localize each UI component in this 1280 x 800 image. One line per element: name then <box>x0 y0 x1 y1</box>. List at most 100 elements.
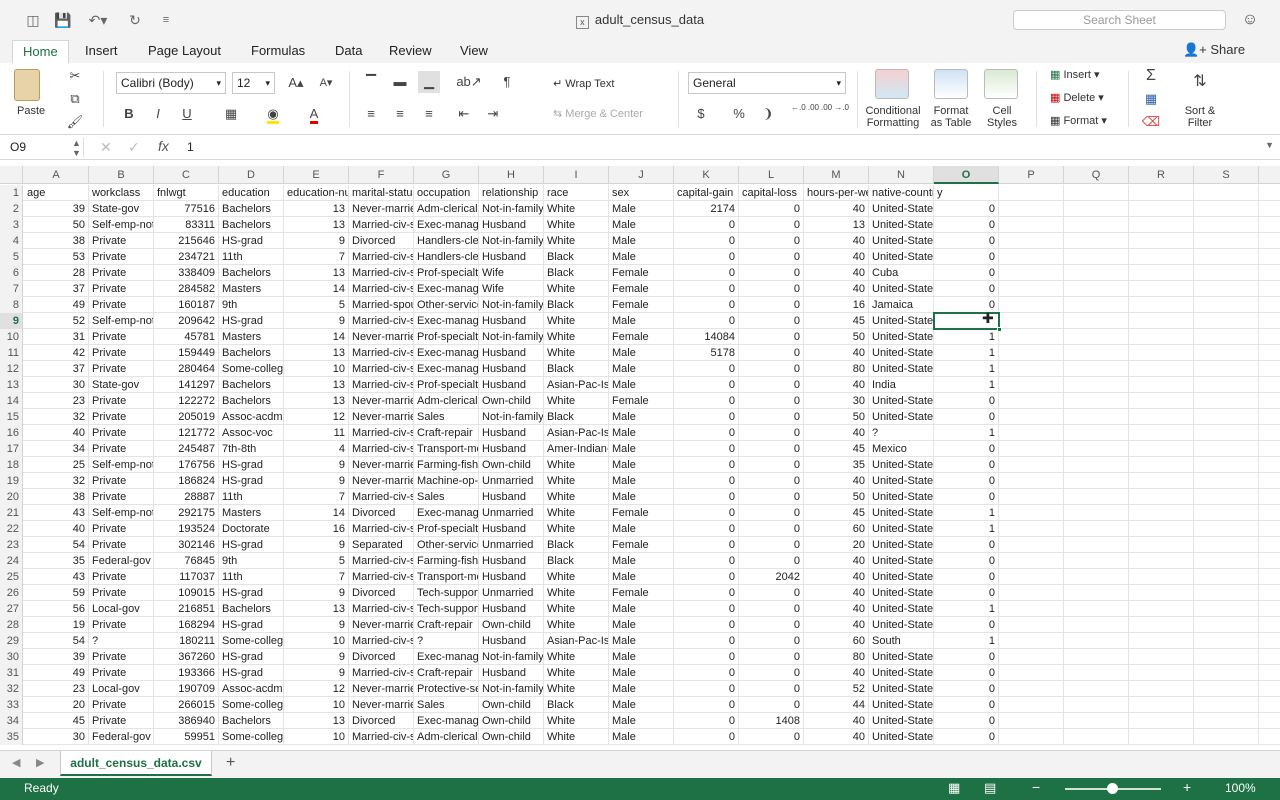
cell[interactable]: 0 <box>934 489 999 505</box>
cell[interactable]: Private <box>89 393 154 409</box>
cell[interactable]: Bachelors <box>219 377 284 393</box>
cell[interactable]: 34 <box>24 441 89 457</box>
row-header[interactable]: 17 <box>0 441 23 457</box>
cell[interactable]: Not-in-family <box>479 649 544 665</box>
cell[interactable] <box>1194 425 1259 441</box>
cell[interactable]: South <box>869 633 934 649</box>
cell[interactable]: White <box>544 681 609 697</box>
cell[interactable]: Some-college <box>219 361 284 377</box>
cell[interactable]: Prof-specialty <box>414 521 479 537</box>
font-size-select[interactable]: 12 ▾ <box>232 72 275 94</box>
cell[interactable]: United-States <box>869 473 934 489</box>
cell[interactable]: 193366 <box>154 665 219 681</box>
format-as-table-icon[interactable] <box>934 69 968 99</box>
cell[interactable]: Never-married <box>349 697 414 713</box>
spreadsheet-grid[interactable]: ABCDEFGHIJKLMNOPQRS 1 age workclass fnlwgt e… <box>0 166 1280 750</box>
zoom-out-icon[interactable]: − <box>1032 779 1040 795</box>
cell[interactable]: Husband <box>479 345 544 361</box>
cell[interactable]: 9th <box>219 553 284 569</box>
cell[interactable] <box>1064 665 1129 681</box>
cell[interactable]: 0 <box>674 489 739 505</box>
cell[interactable]: Own-child <box>479 697 544 713</box>
row-header[interactable]: 6 <box>0 265 23 281</box>
cell[interactable]: Married-civ-spouse <box>349 313 414 329</box>
cell[interactable]: Not-in-family <box>479 201 544 217</box>
cell[interactable]: Male <box>609 361 674 377</box>
cell[interactable]: United-States <box>869 217 934 233</box>
cell[interactable] <box>1129 409 1194 425</box>
cell[interactable]: India <box>869 377 934 393</box>
cell[interactable]: Divorced <box>349 505 414 521</box>
column-title-cell[interactable]: education <box>219 185 284 201</box>
cell[interactable] <box>1194 537 1259 553</box>
cell[interactable]: 216851 <box>154 601 219 617</box>
cell[interactable] <box>1064 713 1129 729</box>
cell[interactable]: Married-civ-spouse <box>349 425 414 441</box>
row-header[interactable]: 25 <box>0 569 23 585</box>
cell[interactable]: Federal-gov <box>89 553 154 569</box>
cell[interactable] <box>1129 185 1194 201</box>
font-name-select[interactable]: Calibri (Body) ▾ <box>116 72 226 94</box>
cell[interactable]: 40 <box>24 425 89 441</box>
cell[interactable]: 50 <box>804 329 869 345</box>
cell[interactable] <box>1129 313 1194 329</box>
cell[interactable]: 302146 <box>154 537 219 553</box>
cell[interactable] <box>1129 441 1194 457</box>
cell[interactable]: 215646 <box>154 233 219 249</box>
cell[interactable] <box>999 281 1064 297</box>
paste-icon[interactable] <box>14 69 40 101</box>
cell[interactable] <box>1129 537 1194 553</box>
column-header-r[interactable]: R <box>1129 166 1194 184</box>
cell[interactable] <box>1194 313 1259 329</box>
cell[interactable]: HS-grad <box>219 585 284 601</box>
cell[interactable] <box>1194 633 1259 649</box>
cell[interactable]: 13 <box>284 265 349 281</box>
cell[interactable]: Private <box>89 713 154 729</box>
cell[interactable]: 0 <box>674 297 739 313</box>
row-header[interactable]: 26 <box>0 585 23 601</box>
normal-view-icon[interactable]: ▦ <box>948 780 960 796</box>
cell[interactable]: 14 <box>284 281 349 297</box>
cell[interactable]: 0 <box>934 393 999 409</box>
column-title-cell[interactable]: occupation <box>414 185 479 201</box>
cell[interactable]: Exec-managerial <box>414 505 479 521</box>
cell[interactable]: 76845 <box>154 553 219 569</box>
cell[interactable] <box>1194 665 1259 681</box>
cell[interactable]: 40 <box>804 553 869 569</box>
cell[interactable]: White <box>544 617 609 633</box>
cell[interactable]: 0 <box>674 441 739 457</box>
cell[interactable]: 54 <box>24 633 89 649</box>
cell[interactable]: 0 <box>739 505 804 521</box>
cell[interactable]: 0 <box>674 217 739 233</box>
column-title-cell[interactable]: y <box>934 185 999 201</box>
cell[interactable]: Amer-Indian-Eskimo <box>544 441 609 457</box>
row-header[interactable]: 34 <box>0 713 23 729</box>
feedback-smiley-icon[interactable]: ☺ <box>1240 10 1260 30</box>
cell[interactable]: 77516 <box>154 201 219 217</box>
cell[interactable]: United-States <box>869 681 934 697</box>
cell[interactable]: 20 <box>804 537 869 553</box>
cell[interactable]: Never-married <box>349 457 414 473</box>
cell[interactable]: Some-college <box>219 633 284 649</box>
cell[interactable]: Some-college <box>219 697 284 713</box>
cell[interactable]: 50 <box>804 489 869 505</box>
cell[interactable]: 35 <box>24 553 89 569</box>
cell[interactable]: Husband <box>479 313 544 329</box>
cell[interactable]: Female <box>609 393 674 409</box>
cell[interactable] <box>1064 313 1129 329</box>
cell[interactable]: Self-emp-not-inc <box>89 217 154 233</box>
cell[interactable] <box>1064 249 1129 265</box>
cell[interactable]: Private <box>89 233 154 249</box>
cell[interactable]: Not-in-family <box>479 297 544 313</box>
cell[interactable]: 245487 <box>154 441 219 457</box>
cell[interactable]: Married-civ-spouse <box>349 441 414 457</box>
cell[interactable] <box>1129 345 1194 361</box>
cell[interactable]: Wife <box>479 281 544 297</box>
cell[interactable]: Protective-serv <box>414 681 479 697</box>
cell[interactable]: Sales <box>414 489 479 505</box>
format-cells-button[interactable]: ▦ Format ▾ <box>1050 114 1107 127</box>
zoom-in-icon[interactable]: + <box>1183 779 1191 795</box>
cell[interactable]: 386940 <box>154 713 219 729</box>
cell[interactable]: 0 <box>934 569 999 585</box>
autosum-icon[interactable]: Σ <box>1140 65 1162 87</box>
